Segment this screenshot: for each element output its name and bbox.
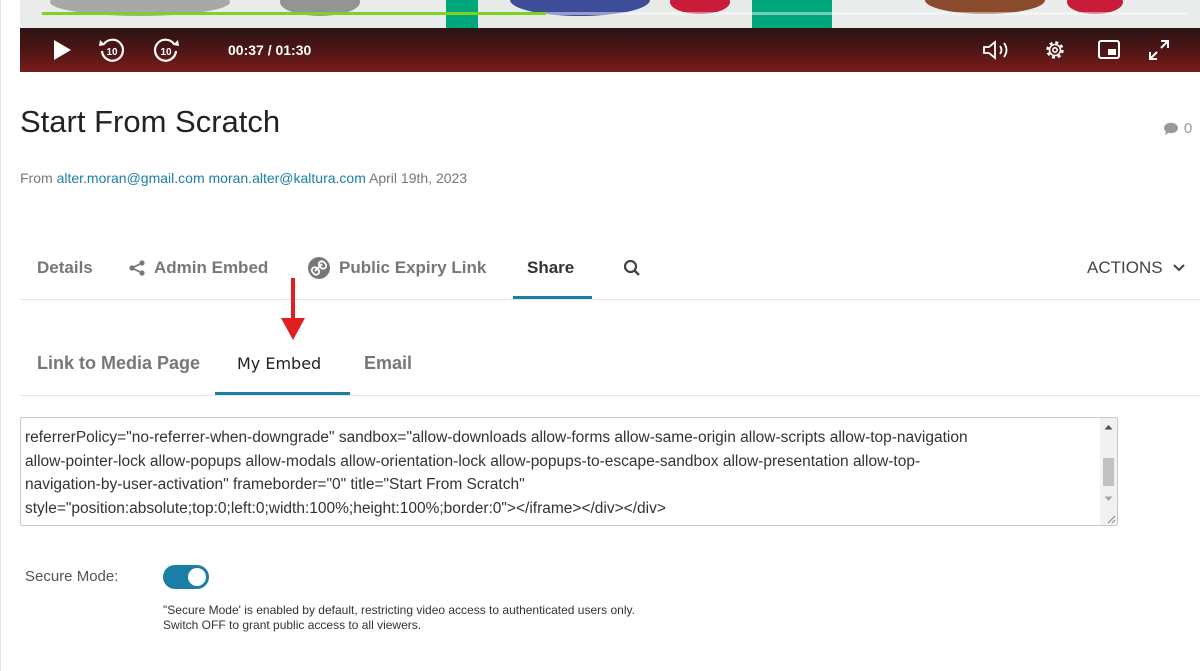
tab-admin-embed-label: Admin Embed — [154, 258, 269, 277]
scroll-down-icon[interactable] — [1100, 490, 1117, 507]
play-button[interactable] — [48, 28, 76, 72]
share-icon — [129, 260, 145, 276]
fullscreen-icon — [1149, 40, 1169, 60]
main-tabs-divider — [20, 299, 1200, 300]
volume-icon — [983, 40, 1008, 60]
settings-gear-icon — [1046, 41, 1064, 59]
embed-code-line: navigation-by-user-activation" framebord… — [25, 476, 525, 493]
tab-details[interactable]: Details — [37, 236, 93, 300]
tab-public-expiry-link[interactable]: Public Expiry Link — [307, 236, 486, 300]
author-link-2[interactable]: moran.alter@kaltura.com — [209, 170, 366, 186]
actions-label: ACTIONS — [1087, 258, 1163, 277]
tab-share-label: Share — [527, 258, 575, 277]
play-icon — [54, 40, 71, 60]
byline-prefix: From — [20, 170, 53, 186]
embed-code-line: allow-pointer-lock allow-popups allow-mo… — [25, 452, 921, 470]
embed-code-text: referrerPolicy="no-referrer-when-downgra… — [25, 426, 1095, 520]
secure-mode-note: "Secure Mode' is enabled by default, res… — [163, 603, 635, 633]
publish-date: April 19th, 2023 — [369, 170, 468, 186]
tab-link-to-media-page[interactable]: Link to Media Page — [37, 330, 200, 396]
playback-time: 00:37 / 01:30 — [228, 42, 312, 58]
search-button[interactable] — [623, 236, 641, 300]
page-title: Start From Scratch — [20, 104, 281, 139]
tab-public-expiry-link-label: Public Expiry Link — [339, 258, 487, 277]
link-icon — [308, 257, 330, 279]
secure-mode-note-line: "Secure Mode' is enabled by default, res… — [163, 603, 635, 617]
sub-tabs-divider — [20, 395, 1200, 396]
fullscreen-button[interactable] — [1144, 28, 1174, 72]
chevron-down-icon — [1172, 264, 1185, 272]
volume-button[interactable] — [980, 28, 1016, 72]
main-tabs: Details Admin Embed Public Expiry Link S… — [0, 236, 1200, 300]
search-icon — [623, 259, 640, 276]
comment-count-value: 0 — [1184, 120, 1193, 137]
secure-mode-label: Secure Mode: — [25, 568, 119, 585]
forward-10-button[interactable]: 10 — [150, 28, 182, 72]
comment-icon — [1164, 122, 1178, 135]
progress-track[interactable] — [42, 12, 1188, 15]
secure-mode-note-line: Switch OFF to grant public access to all… — [163, 618, 422, 632]
rewind-10-icon: 10 — [99, 38, 125, 62]
video-player[interactable]: 10 10 00:37 / 01:30 — [20, 0, 1200, 72]
tab-admin-embed[interactable]: Admin Embed — [128, 236, 268, 300]
author-link-1[interactable]: alter.moran@gmail.com — [57, 170, 205, 186]
resize-handle-icon[interactable] — [1106, 514, 1116, 524]
tab-share[interactable]: Share — [527, 236, 574, 300]
forward-10-icon: 10 — [153, 38, 179, 62]
tab-email[interactable]: Email — [364, 330, 412, 396]
embed-code-line: referrerPolicy="no-referrer-when-downgra… — [25, 429, 968, 446]
embed-code-line: style="position:absolute;top:0;left:0;wi… — [25, 499, 666, 517]
actions-menu[interactable]: ACTIONS — [1087, 236, 1185, 300]
picture-in-picture-button[interactable] — [1094, 28, 1124, 72]
share-sub-tabs: Link to Media Page My Embed Email — [0, 330, 1200, 396]
svg-text:10: 10 — [106, 47, 118, 58]
secure-mode-toggle[interactable] — [163, 565, 209, 589]
textarea-scrollbar[interactable] — [1100, 418, 1117, 525]
progress-fill — [42, 12, 547, 15]
byline: From alter.moran@gmail.com moran.alter@k… — [20, 170, 467, 186]
scroll-up-icon[interactable] — [1100, 418, 1117, 435]
rewind-10-button[interactable]: 10 — [96, 28, 128, 72]
settings-button[interactable] — [1040, 28, 1070, 72]
tab-my-embed[interactable]: My Embed — [237, 330, 321, 396]
svg-text:10: 10 — [160, 47, 172, 58]
player-control-bar — [20, 28, 1200, 72]
embed-code-textarea[interactable]: referrerPolicy="no-referrer-when-downgra… — [20, 417, 1118, 526]
picture-in-picture-icon — [1098, 40, 1120, 59]
toggle-knob — [188, 568, 206, 586]
tab-details-label: Details — [37, 258, 93, 277]
comment-count[interactable]: 0 — [1163, 120, 1192, 137]
scrollbar-thumb[interactable] — [1103, 458, 1114, 486]
